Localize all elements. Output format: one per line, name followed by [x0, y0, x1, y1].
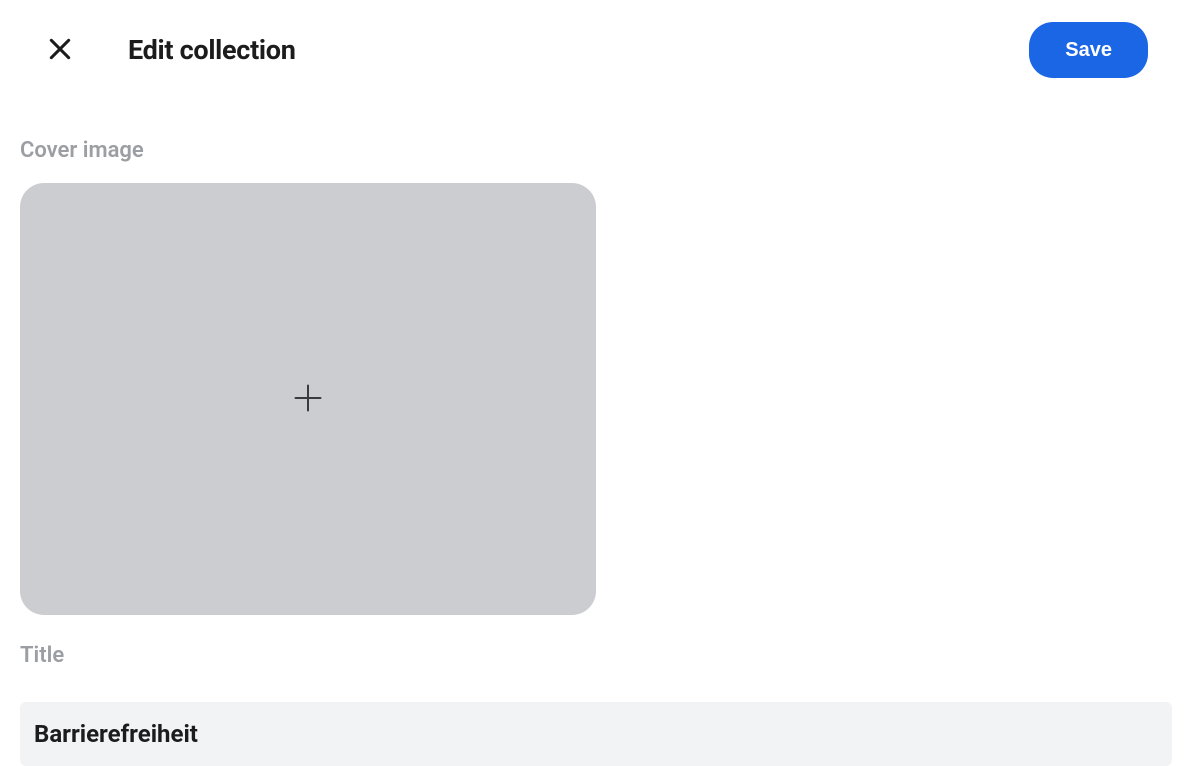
header: Edit collection Save	[0, 0, 1194, 100]
close-icon	[47, 36, 73, 65]
page-title: Edit collection	[128, 34, 296, 66]
plus-icon	[293, 383, 323, 416]
cover-section: Cover image	[20, 138, 1174, 615]
cover-label: Cover image	[20, 138, 1174, 163]
content: Cover image Title	[0, 100, 1194, 766]
save-button[interactable]: Save	[1029, 22, 1148, 78]
title-label: Title	[20, 643, 1174, 668]
title-input[interactable]	[20, 702, 1172, 766]
cover-upload-button[interactable]	[20, 183, 596, 615]
close-button[interactable]	[46, 36, 74, 64]
title-section: Title	[20, 643, 1174, 766]
header-left: Edit collection	[46, 34, 296, 66]
